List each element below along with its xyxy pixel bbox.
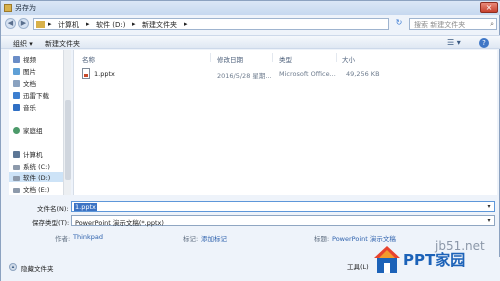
sidebar-item-label: 图片 <box>23 68 36 76</box>
sidebar-item-drive-c[interactable]: 系统 (C:) <box>13 161 50 171</box>
sidebar-item-label: 软件 (D:) <box>23 174 51 182</box>
file-row[interactable]: 1.pptx 2016/5/28 星期... Microsoft Office.… <box>80 68 392 80</box>
address-separator: ▸ <box>86 20 90 28</box>
column-divider <box>336 53 337 62</box>
toolbar: 组织 ▾ 新建文件夹 ☰ ▾ ? <box>1 35 500 49</box>
chevron-down-icon[interactable]: ▾ <box>485 203 493 210</box>
tags-value[interactable]: 添加标记 <box>201 233 227 243</box>
file-name: 1.pptx <box>94 70 115 78</box>
column-divider <box>272 53 273 62</box>
breadcrumb-drive-d[interactable]: 软件 (D:) <box>96 20 125 30</box>
homegroup-icon <box>13 127 20 134</box>
chevron-up-icon[interactable]: ▴ <box>9 263 17 271</box>
filename-value: 1.pptx <box>74 203 97 211</box>
hide-folders-button[interactable]: 隐藏文件夹 <box>21 263 54 273</box>
sidebar-item-label: 迅雷下载 <box>23 92 49 100</box>
filetype-value: PowerPoint 演示文稿(*.pptx) <box>75 219 164 227</box>
sidebar-scrollbar[interactable] <box>63 50 71 195</box>
refresh-icon[interactable]: ↻ <box>393 18 405 30</box>
music-icon <box>13 104 20 111</box>
sidebar-item-label: 音乐 <box>23 104 36 112</box>
search-input[interactable]: 搜索 新建文件夹 ⌕ <box>409 18 497 30</box>
watermark-brand: PPT家园 <box>403 251 466 269</box>
scrollbar-thumb[interactable] <box>65 100 71 180</box>
sidebar-item-documents[interactable]: 文档 <box>13 78 36 88</box>
address-separator: ▸ <box>184 20 188 28</box>
organize-button[interactable]: 组织 ▾ <box>13 39 33 49</box>
sidebar-item-music[interactable]: 音乐 <box>13 102 36 112</box>
sidebar-item-computer[interactable]: 计算机 <box>13 149 43 159</box>
pictures-icon <box>13 68 20 75</box>
author-value[interactable]: Thinkpad <box>73 233 103 241</box>
filetype-select[interactable]: PowerPoint 演示文稿(*.pptx) ▾ <box>71 215 495 227</box>
drive-icon <box>13 176 20 181</box>
close-button[interactable]: × <box>480 2 498 13</box>
author-label: 作者: <box>55 235 71 243</box>
sidebar-item-drive-d[interactable]: 软件 (D:) <box>9 172 63 182</box>
address-row: ◀ ▶ ▸ 计算机 ▸ 软件 (D:) ▸ 新建文件夹 ▸ ↻ 搜索 新建文件夹… <box>1 15 500 33</box>
pptx-file-icon <box>82 68 90 79</box>
view-options-button[interactable]: ☰ ▾ <box>447 38 461 47</box>
sidebar-item-videos[interactable]: 视频 <box>13 54 36 64</box>
title-label: 标题: <box>314 235 330 243</box>
sidebar-item-label: 文档 (E:) <box>23 186 50 194</box>
column-header-type[interactable]: 类型 <box>279 54 292 64</box>
back-button[interactable]: ◀ <box>5 18 16 29</box>
sidebar-item-label: 视频 <box>23 56 36 64</box>
drive-icon <box>13 165 20 170</box>
sidebar-item-drive-e[interactable]: 文档 (E:) <box>13 184 49 194</box>
filetype-label: 保存类型(T): <box>32 219 70 227</box>
sidebar-item-label: 家庭组 <box>23 127 43 135</box>
sidebar-item-label: 计算机 <box>23 151 43 159</box>
column-header-name[interactable]: 名称 <box>82 54 95 64</box>
filetype-row: 保存类型(T): PowerPoint 演示文稿(*.pptx) ▾ <box>1 215 500 227</box>
video-icon <box>13 56 20 63</box>
sidebar-item-label: 系统 (C:) <box>23 163 50 171</box>
column-header-date[interactable]: 修改日期 <box>217 54 243 64</box>
sidebar-item-thunder-download[interactable]: 迅雷下载 <box>13 90 49 100</box>
title-bar: 另存为 × <box>1 1 500 15</box>
column-divider <box>210 53 211 62</box>
title-value[interactable]: PowerPoint 演示文稿 <box>332 233 396 243</box>
folder-icon <box>36 21 45 28</box>
documents-icon <box>13 80 20 87</box>
search-icon: ⌕ <box>490 20 494 28</box>
breadcrumb-computer[interactable]: 计算机 <box>58 20 79 30</box>
forward-button[interactable]: ▶ <box>18 18 29 29</box>
sidebar-item-label: 文档 <box>23 80 36 88</box>
chevron-down-icon[interactable]: ▾ <box>485 217 493 224</box>
window-title: 另存为 <box>15 4 36 12</box>
tools-button[interactable]: 工具(L) <box>347 261 369 271</box>
computer-icon <box>13 151 20 158</box>
address-separator: ▸ <box>48 20 52 28</box>
house-logo-icon <box>374 246 400 273</box>
file-date: 2016/5/28 星期... <box>217 72 272 80</box>
drive-icon <box>13 188 20 193</box>
filename-row: 文件名(N): 1.pptx ▾ <box>1 201 500 213</box>
address-bar[interactable]: ▸ 计算机 ▸ 软件 (D:) ▸ 新建文件夹 ▸ <box>33 18 389 30</box>
sidebar-item-pictures[interactable]: 图片 <box>13 66 36 76</box>
sidebar-item-homegroup[interactable]: 家庭组 <box>13 125 43 135</box>
breadcrumb-new-folder[interactable]: 新建文件夹 <box>142 20 177 30</box>
filename-input[interactable]: 1.pptx ▾ <box>71 201 495 212</box>
folder-icon <box>4 4 12 12</box>
search-placeholder: 搜索 新建文件夹 <box>414 21 466 29</box>
navigation-pane: 视频 图片 文档 迅雷下载 音乐 家庭组 计算机 系统 (C:) 软件 (D:)… <box>9 50 63 195</box>
address-separator: ▸ <box>132 20 136 28</box>
file-list: 名称 修改日期 类型 大小 1.pptx 2016/5/28 星期... Mic… <box>73 50 497 195</box>
tags-label: 标记: <box>183 235 199 243</box>
file-type: Microsoft Office... <box>279 70 336 78</box>
thunder-download-icon <box>13 92 20 99</box>
help-button[interactable]: ? <box>479 38 489 48</box>
file-size: 49,256 KB <box>346 70 380 78</box>
column-header-size[interactable]: 大小 <box>342 54 355 64</box>
filename-label: 文件名(N): <box>37 205 69 213</box>
new-folder-button[interactable]: 新建文件夹 <box>45 39 80 49</box>
save-as-dialog: 另存为 × ◀ ▶ ▸ 计算机 ▸ 软件 (D:) ▸ 新建文件夹 ▸ ↻ 搜索… <box>0 0 500 281</box>
